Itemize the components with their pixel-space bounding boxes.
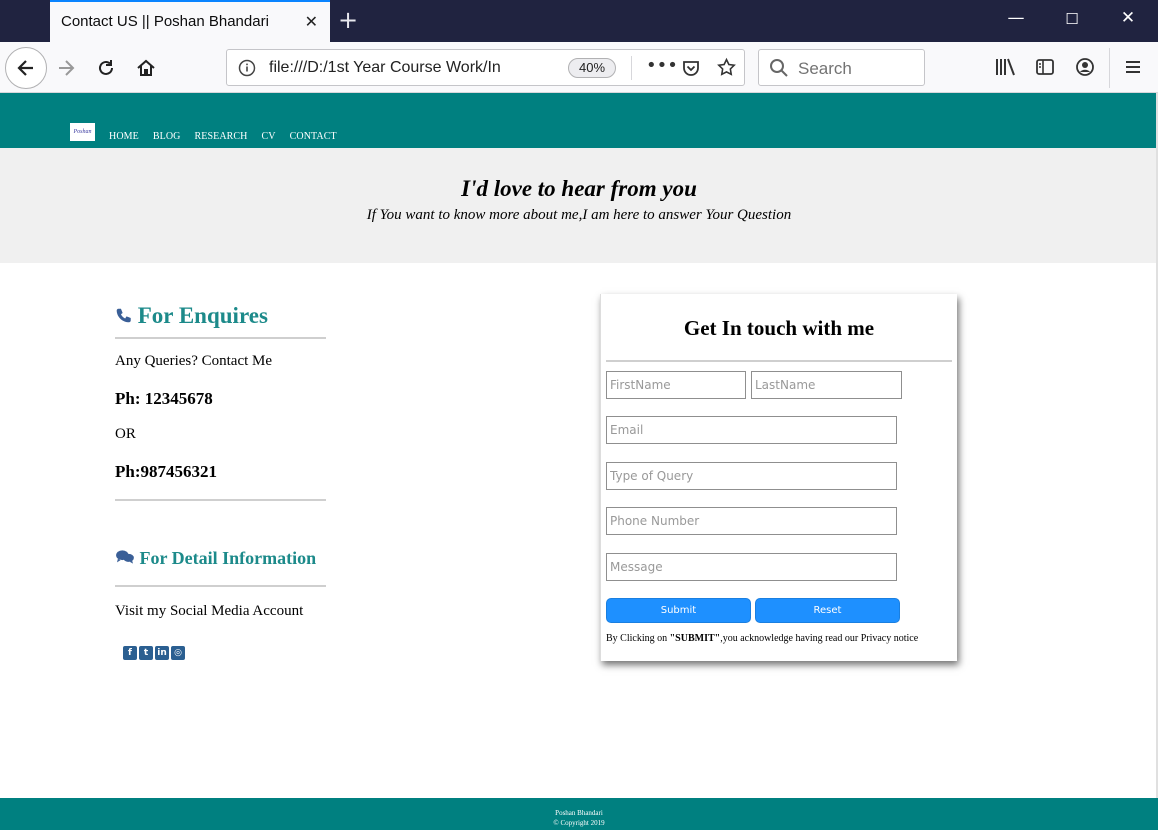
hero-subtitle: If You want to know more about me,I am h…	[366, 207, 792, 223]
nav-contact[interactable]: CONTACT	[290, 131, 337, 142]
home-icon	[137, 59, 155, 76]
pocket-icon[interactable]	[681, 58, 701, 78]
hero-title: I'd love to hear from you	[461, 176, 697, 201]
account-icon[interactable]	[1075, 57, 1095, 77]
tab-title: Contact US || Poshan Bhandari	[61, 13, 269, 30]
social-links: f t in ◎	[123, 646, 185, 660]
instagram-icon[interactable]: ◎	[171, 646, 185, 660]
notice-prefix: By Clicking on	[606, 633, 670, 644]
twitter-icon[interactable]: t	[139, 646, 153, 660]
search-placeholder: Search	[798, 59, 852, 78]
minimize-icon[interactable]: —	[1001, 8, 1031, 28]
phone-number-1: Ph: 12345678	[115, 389, 213, 408]
enquiries-title: For Enquires	[137, 303, 268, 328]
firstname-input[interactable]	[606, 371, 746, 399]
browser-titlebar: Contact US || Poshan Bhandari ✕ + — ☐ ✕	[0, 0, 1158, 42]
facebook-icon[interactable]: f	[123, 646, 137, 660]
bookmark-star-icon[interactable]	[716, 57, 737, 78]
toolbar-separator	[1109, 48, 1110, 88]
site-logo[interactable]: Poshan	[70, 123, 95, 141]
sidebar-icon[interactable]	[1035, 57, 1055, 77]
url-bar[interactable]: file:///D:/1st Year Course Work/In 40% •…	[226, 49, 745, 86]
footer-name: Poshan Bhandari	[555, 809, 603, 817]
url-separator	[631, 56, 632, 80]
nav-research[interactable]: RESEARCH	[194, 131, 247, 142]
message-input[interactable]	[606, 553, 897, 581]
search-icon	[770, 59, 788, 77]
reset-button[interactable]: Reset	[755, 598, 900, 623]
back-button[interactable]	[5, 47, 47, 89]
window-close-icon[interactable]: ✕	[1113, 8, 1143, 28]
browser-tab[interactable]: Contact US || Poshan Bhandari ✕	[50, 0, 330, 42]
query-type-input[interactable]	[606, 462, 897, 490]
form-title: Get In touch with me	[683, 316, 875, 340]
divider	[115, 585, 326, 587]
social-text: Visit my Social Media Account	[115, 603, 304, 619]
enquiries-lead: Any Queries? Contact Me	[115, 353, 273, 369]
reload-icon	[99, 60, 113, 75]
tab-close-icon[interactable]: ✕	[305, 12, 318, 31]
hero-banner: I'd love to hear from you If You want to…	[0, 148, 1158, 263]
divider	[115, 337, 326, 339]
phone-icon	[116, 308, 131, 323]
nav-blog[interactable]: BLOG	[153, 131, 181, 142]
library-icon[interactable]	[995, 57, 1017, 77]
nav-cv[interactable]: CV	[262, 131, 276, 142]
nav-home[interactable]: HOME	[109, 131, 139, 142]
detail-heading: For Detail Information	[115, 548, 316, 569]
url-text[interactable]: file:///D:/1st Year Course Work/In	[269, 59, 521, 77]
reload-button[interactable]	[90, 52, 122, 84]
maximize-icon[interactable]: ☐	[1057, 10, 1087, 28]
search-bar[interactable]: Search	[758, 49, 925, 86]
divider	[606, 360, 952, 362]
browser-toolbar: file:///D:/1st Year Course Work/In 40% •…	[0, 42, 1158, 93]
forward-button[interactable]	[50, 52, 82, 84]
footer-copyright: © Copyright 2019	[553, 819, 605, 827]
or-text: OR	[115, 426, 136, 442]
forward-arrow-icon	[59, 60, 75, 76]
new-tab-icon[interactable]: +	[338, 6, 358, 34]
notice-submit: "SUBMIT"	[669, 633, 721, 644]
home-button[interactable]	[130, 52, 162, 84]
email-input[interactable]	[606, 416, 897, 444]
menu-icon[interactable]	[1124, 58, 1142, 76]
privacy-notice: By Clicking on "SUBMIT",you acknowledge …	[606, 633, 918, 644]
site-header: Poshan HOME BLOG RESEARCH CV CONTACT	[0, 93, 1158, 148]
detail-title: For Detail Information	[139, 548, 317, 568]
phone-input[interactable]	[606, 507, 897, 535]
lastname-input[interactable]	[751, 371, 902, 399]
back-arrow-icon	[17, 60, 33, 76]
site-nav: HOME BLOG RESEARCH CV CONTACT	[109, 131, 337, 142]
linkedin-icon[interactable]: in	[155, 646, 169, 660]
enquiries-heading: For Enquires	[115, 303, 268, 329]
phone-number-2: Ph:987456321	[115, 462, 217, 481]
site-footer: Poshan Bhandari © Copyright 2019	[0, 798, 1158, 830]
submit-button[interactable]: Submit	[606, 598, 751, 623]
contact-form-card: Get In touch with me Submit Reset By Cli…	[600, 294, 957, 661]
comments-icon	[116, 550, 134, 564]
zoom-indicator[interactable]: 40%	[568, 58, 616, 78]
page-actions-icon[interactable]: •••	[646, 55, 678, 76]
notice-suffix: ,you acknowledge having read our Privacy…	[720, 633, 919, 644]
info-icon[interactable]	[238, 59, 256, 77]
divider	[115, 499, 326, 501]
